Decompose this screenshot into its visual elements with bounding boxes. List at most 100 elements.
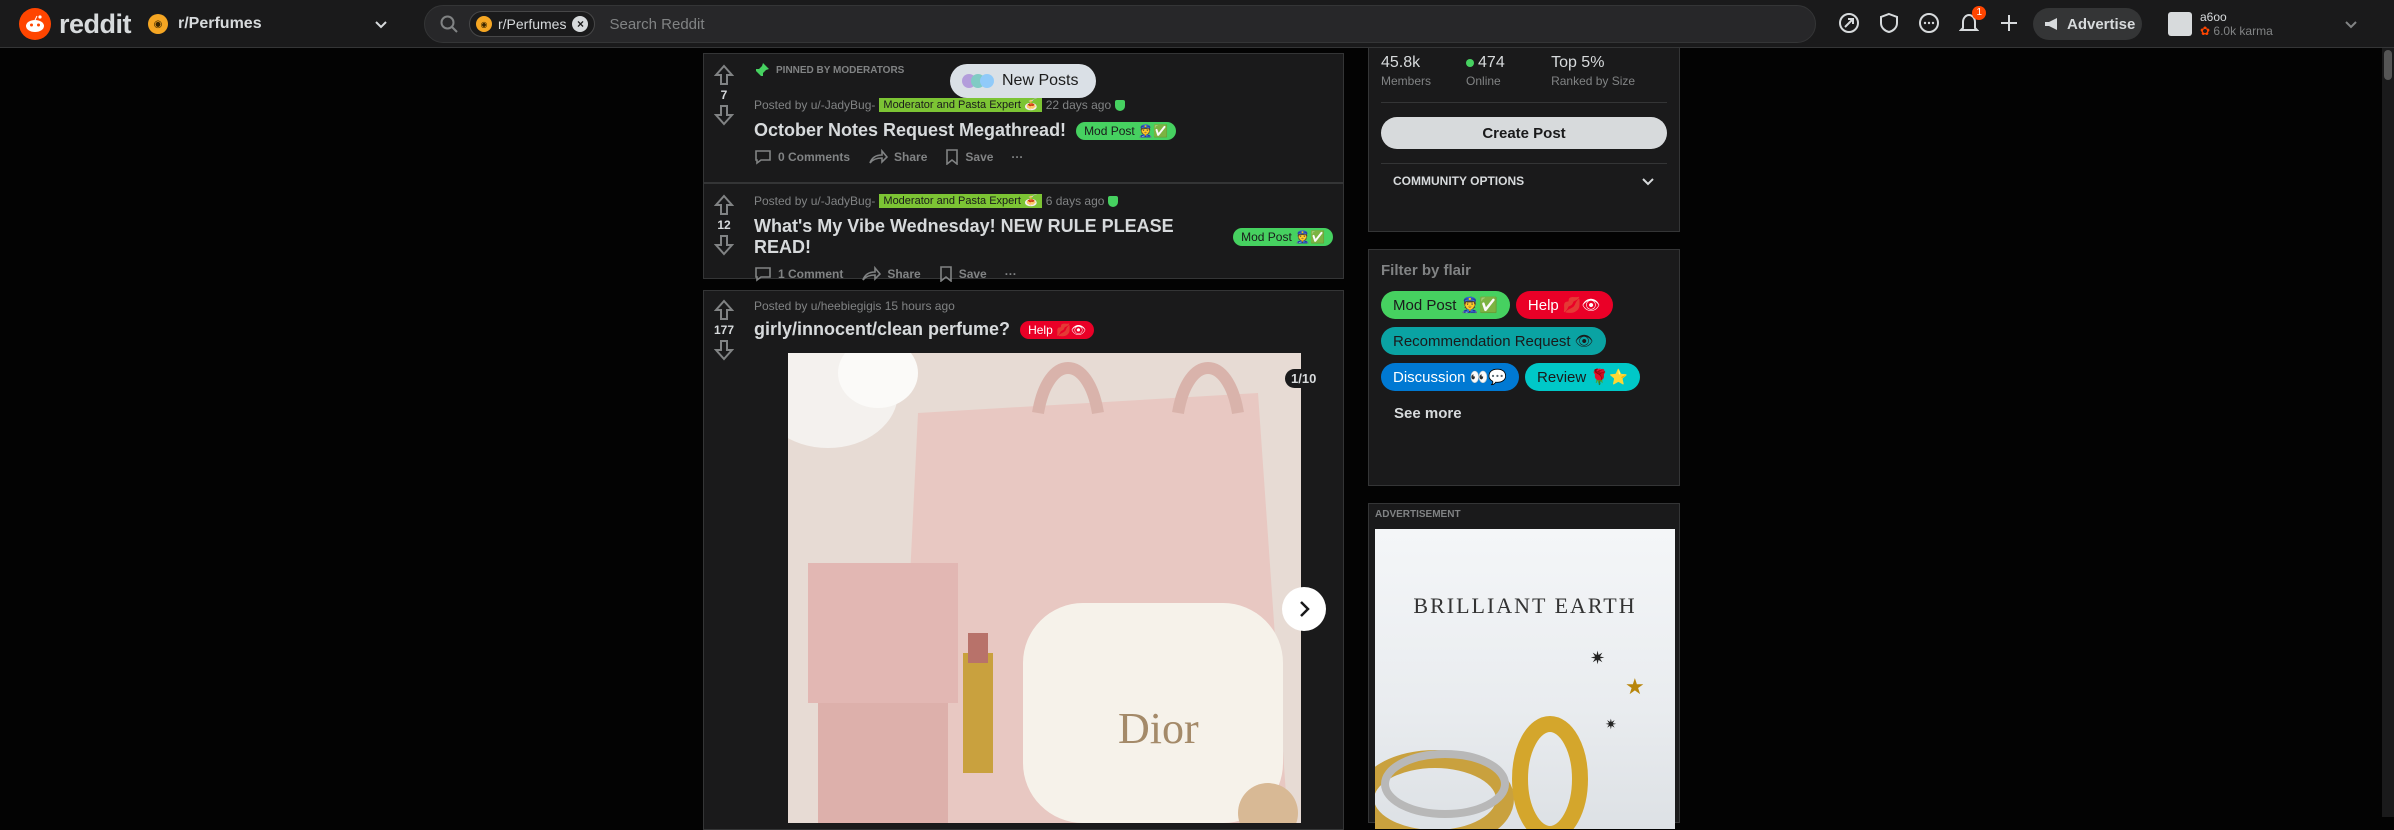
vote-column: 12: [704, 184, 744, 278]
bookmark-icon: [939, 266, 952, 282]
advertise-button[interactable]: Advertise: [2033, 8, 2142, 40]
chevron-down-icon: [2345, 21, 2357, 29]
ad-image[interactable]: BRILLIANT EARTH ✷ ★ ✷: [1375, 529, 1675, 829]
search-bar[interactable]: ◉ r/Perfumes ×: [424, 5, 1816, 43]
post-title[interactable]: What's My Vibe Wednesday! NEW RULE PLEAS…: [754, 216, 1333, 258]
flair-filter-help[interactable]: Help 💋👁: [1515, 291, 1613, 319]
post-title[interactable]: October Notes Request Megathread! Mod Po…: [754, 120, 1333, 141]
moderation-shield-icon[interactable]: [1876, 10, 1902, 36]
see-more-link[interactable]: See more: [1369, 391, 1679, 436]
svg-text:✷: ✷: [1605, 716, 1617, 732]
scrollbar-thumb[interactable]: [2384, 50, 2392, 80]
post-card[interactable]: 177 Posted by u/heebiegigis 15 hours ago…: [703, 290, 1344, 830]
downvote-icon[interactable]: [714, 234, 734, 256]
flair-filter-mod-post[interactable]: Mod Post 👮✅: [1381, 291, 1510, 319]
user-menu[interactable]: a6oo ✿ 6.0k karma: [2168, 6, 2368, 42]
chevron-down-icon: [375, 21, 387, 29]
gallery-image[interactable]: Dior: [788, 353, 1301, 823]
comments-button[interactable]: 0 Comments: [754, 149, 850, 165]
downvote-icon[interactable]: [714, 339, 734, 361]
upvote-icon[interactable]: [714, 64, 734, 86]
post-author[interactable]: Posted by u/heebiegigis 15 hours ago: [754, 299, 955, 313]
community-info-card: 45.8k Members 474 Online Top 5% Ranked b…: [1368, 48, 1680, 232]
mod-shield-icon: [1108, 195, 1119, 207]
save-button[interactable]: Save: [939, 266, 987, 282]
post-body: Posted by u/-JadyBug- Moderator and Past…: [754, 192, 1333, 282]
mod-shield-icon: [1115, 99, 1126, 111]
community-name: r/Perfumes: [178, 15, 262, 32]
reddit-logo-icon: [19, 8, 51, 40]
flair-filter-discussion[interactable]: Discussion 👀💬: [1381, 363, 1520, 391]
more-options-button[interactable]: ···: [1005, 267, 1017, 281]
ad-label: ADVERTISEMENT: [1375, 509, 1461, 520]
notifications-bell-icon[interactable]: 1: [1956, 6, 1986, 36]
search-icon: [440, 15, 458, 33]
vote-count: 177: [713, 323, 735, 337]
post-flair[interactable]: Help 💋👁: [1020, 320, 1095, 339]
share-button[interactable]: Share: [868, 149, 927, 165]
community-options-toggle[interactable]: COMMUNITY OPTIONS: [1381, 163, 1667, 202]
chat-icon[interactable]: [1916, 10, 1942, 36]
advertise-label: Advertise: [2067, 15, 2136, 33]
upvote-icon[interactable]: [714, 299, 734, 321]
user-flair: Moderator and Pasta Expert 🍝: [879, 98, 1042, 112]
avatars-icon: [962, 74, 994, 88]
gallery-next-button[interactable]: [1282, 587, 1326, 631]
upvote-icon[interactable]: [714, 194, 734, 216]
header-actions: 1: [1836, 6, 2022, 36]
divider: [1381, 102, 1667, 103]
post-author[interactable]: Posted by u/-JadyBug-: [754, 98, 875, 112]
svg-text:✷: ✷: [1590, 648, 1605, 668]
gallery-counter: 1/10: [1285, 369, 1323, 388]
reddit-home-link[interactable]: reddit: [19, 8, 132, 40]
comment-icon: [755, 267, 771, 282]
more-options-button[interactable]: ···: [1011, 150, 1023, 164]
chevron-down-icon: [1642, 178, 1654, 186]
notification-badge: 1: [1972, 6, 1986, 20]
svg-text:★: ★: [1625, 674, 1645, 699]
chip-label: r/Perfumes: [498, 16, 567, 32]
user-flair: Moderator and Pasta Expert 🍝: [879, 194, 1042, 208]
search-community-chip[interactable]: ◉ r/Perfumes ×: [469, 11, 596, 37]
ring-illustration: ✷ ★ ✷: [1375, 648, 1645, 829]
create-plus-icon[interactable]: [1996, 10, 2022, 36]
comment-icon: [755, 150, 771, 165]
save-button[interactable]: Save: [945, 149, 993, 165]
chevron-right-icon: [1300, 601, 1310, 617]
post-card[interactable]: 12 Posted by u/-JadyBug- Moderator and P…: [703, 183, 1344, 282]
community-stats: 45.8k Members 474 Online Top 5% Ranked b…: [1369, 48, 1679, 88]
post-time[interactable]: 22 days ago: [1046, 98, 1111, 112]
page-scrollbar[interactable]: [2382, 48, 2394, 817]
filter-by-flair-card: Filter by flair Mod Post 👮✅ Help 💋👁 Reco…: [1368, 249, 1680, 486]
post-flair[interactable]: Mod Post 👮✅: [1233, 228, 1333, 246]
vote-column: 7: [704, 54, 744, 182]
popular-icon[interactable]: [1836, 10, 1862, 36]
post-title[interactable]: girly/innocent/clean perfume? Help 💋👁: [754, 319, 1333, 340]
clear-chip-icon[interactable]: ×: [572, 16, 589, 32]
post-author[interactable]: Posted by u/-JadyBug-: [754, 194, 875, 208]
pinned-label: PINNED BY MODERATORS: [754, 62, 904, 78]
search-input[interactable]: [609, 15, 1710, 33]
online-stat: 474 Online: [1466, 54, 1505, 88]
svg-text:Dior: Dior: [1118, 704, 1199, 753]
share-button[interactable]: Share: [861, 266, 921, 282]
reddit-wordmark: reddit: [59, 8, 132, 39]
vote-count: 7: [720, 88, 728, 102]
post-meta: Posted by u/heebiegigis 15 hours ago: [754, 297, 1333, 315]
post-time[interactable]: 6 days ago: [1046, 194, 1105, 208]
community-dropdown[interactable]: ◉ r/Perfumes: [142, 8, 400, 40]
top-navigation-bar: reddit ◉ r/Perfumes ◉ r/Perfumes × 1: [0, 0, 2394, 48]
members-stat: 45.8k Members: [1381, 54, 1432, 88]
post-body: Posted by u/heebiegigis 15 hours ago gir…: [754, 297, 1333, 340]
flair-filter-review[interactable]: Review 🌹⭐: [1525, 363, 1640, 391]
comments-button[interactable]: 1 Comment: [754, 266, 843, 282]
downvote-icon[interactable]: [714, 104, 734, 126]
new-posts-label: New Posts: [1002, 72, 1079, 89]
share-icon: [869, 149, 889, 164]
post-flair[interactable]: Mod Post 👮✅: [1076, 121, 1176, 140]
create-post-button[interactable]: Create Post: [1381, 117, 1667, 149]
post-meta: Posted by u/-JadyBug- Moderator and Past…: [754, 96, 1333, 114]
new-posts-button[interactable]: New Posts: [950, 64, 1096, 98]
flair-filter-recommendation[interactable]: Recommendation Request 👁: [1381, 327, 1606, 355]
post-body: Posted by u/-JadyBug- Moderator and Past…: [754, 96, 1333, 165]
